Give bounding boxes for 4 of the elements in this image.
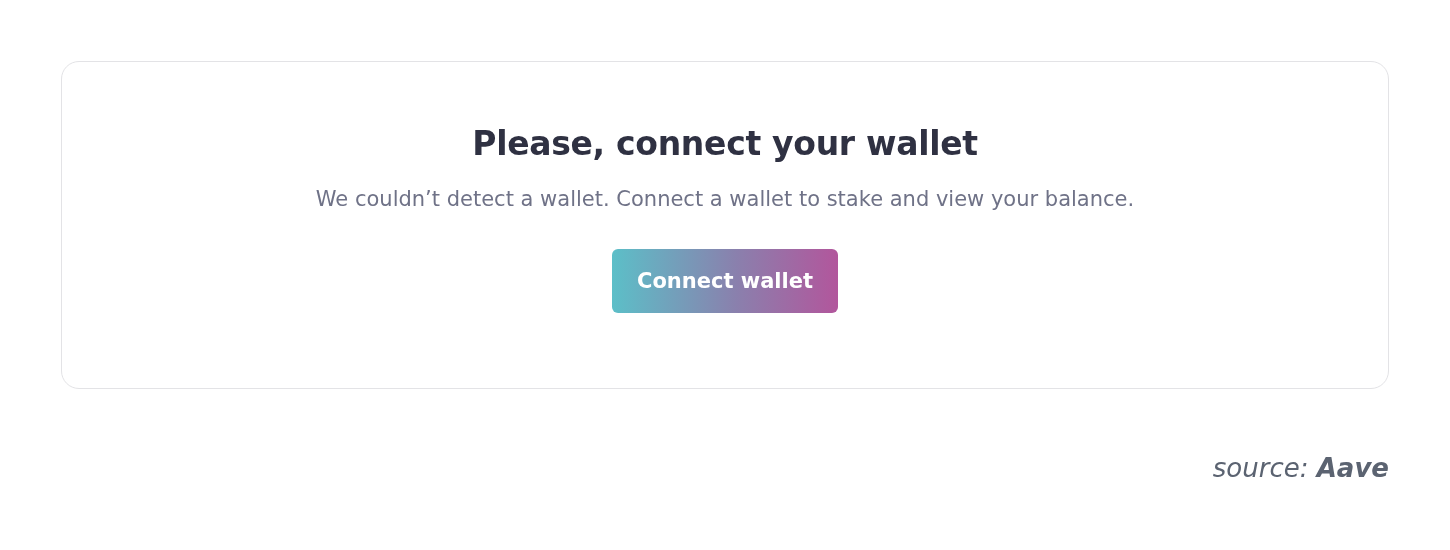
title: Please, connect your wallet: [472, 124, 978, 163]
source-caption: source: Aave: [1212, 453, 1389, 483]
message: We couldn’t detect a wallet. Connect a wallet to stake and view your balance.: [315, 187, 1135, 211]
connect-button[interactable]: Connect wallet: [612, 249, 838, 313]
